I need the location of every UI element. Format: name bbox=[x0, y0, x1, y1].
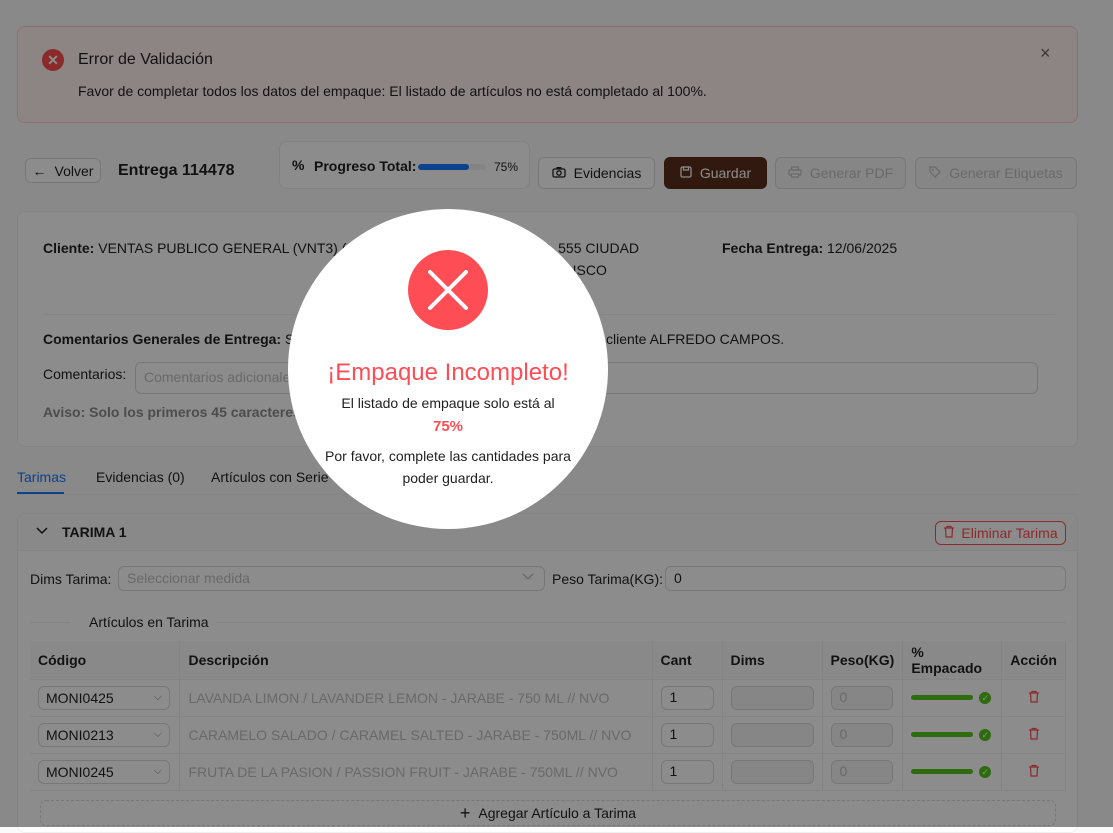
modal-title: ¡Empaque Incompleto! bbox=[327, 359, 569, 386]
modal-instruction: Por favor, complete las cantidades para … bbox=[325, 448, 571, 486]
modal-text: El listado de empaque solo está al bbox=[341, 395, 555, 411]
incomplete-packing-modal: ¡Empaque Incompleto! El listado de empaq… bbox=[288, 209, 608, 529]
error-circle-icon bbox=[408, 250, 488, 330]
modal-percent: 75% bbox=[432, 418, 464, 435]
